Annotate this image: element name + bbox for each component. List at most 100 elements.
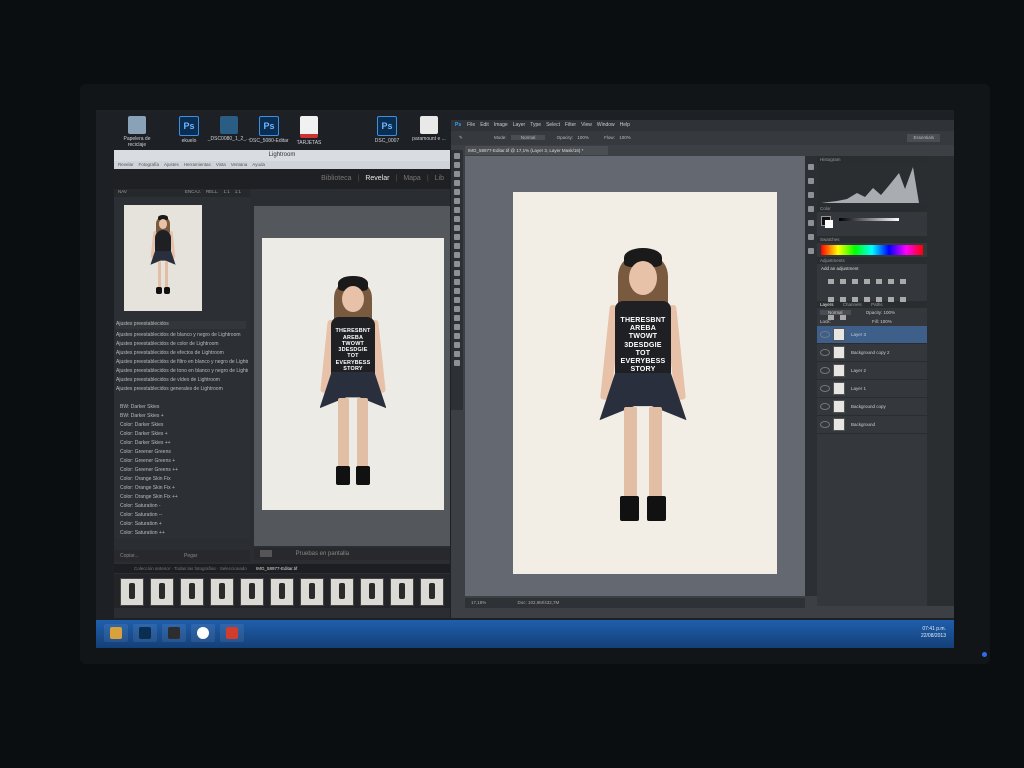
filmstrip-thumbnail[interactable]: [120, 578, 144, 606]
preset-folder[interactable]: Ajustes preestablecidos generales de Lig…: [116, 385, 248, 394]
background-swatch[interactable]: [825, 220, 833, 228]
user-preset[interactable]: Color: Greener Greens ++: [120, 466, 248, 475]
tool-icon[interactable]: [454, 297, 460, 303]
brush-icon[interactable]: ✎: [459, 135, 463, 140]
layer-row[interactable]: Background copy: [817, 398, 927, 416]
ps-menu-edit[interactable]: Edit: [480, 122, 489, 128]
tool-icon[interactable]: [454, 198, 460, 204]
flow-value[interactable]: 100%: [619, 135, 631, 140]
visibility-eye-icon[interactable]: [820, 421, 830, 428]
user-preset[interactable]: Color: Darker Skies ++: [120, 439, 248, 448]
panel-toggle-icon[interactable]: [808, 234, 814, 240]
tab-paths[interactable]: Paths: [871, 302, 883, 307]
desktop-icon[interactable]: Ps DSC_0007: [364, 116, 410, 144]
filmstrip-thumbnail[interactable]: [240, 578, 264, 606]
adjustment-icon[interactable]: [900, 297, 906, 302]
taskbar-app-chrome[interactable]: [191, 624, 215, 642]
user-preset[interactable]: Color: Saturation -: [120, 502, 248, 511]
ps-menu-layer[interactable]: Layer: [513, 122, 526, 128]
tool-icon[interactable]: [454, 351, 460, 357]
tool-icon[interactable]: [454, 261, 460, 267]
copy-button[interactable]: Copiar...: [120, 553, 139, 559]
user-preset[interactable]: Color: Darker Skies: [120, 421, 248, 430]
adjustments-header[interactable]: Adjustments: [817, 257, 927, 264]
visibility-eye-icon[interactable]: [820, 331, 830, 338]
preset-folder[interactable]: Ajustes preestablecidos de tono en blanc…: [116, 367, 248, 376]
tool-icon[interactable]: [454, 315, 460, 321]
module-biblioteca[interactable]: Biblioteca: [321, 175, 351, 182]
preset-folder[interactable]: Ajustes preestablecidos de filtro en bla…: [116, 358, 248, 367]
presets-header[interactable]: Ajustes preestablecidos: [116, 321, 246, 329]
color-header[interactable]: Color: [817, 205, 927, 212]
taskbar-app-ps[interactable]: [133, 624, 157, 642]
ps-menu-view[interactable]: View: [581, 122, 592, 128]
panel-toggle-icon[interactable]: [808, 178, 814, 184]
tool-icon[interactable]: [454, 216, 460, 222]
taskbar-app-explorer[interactable]: [104, 624, 128, 642]
user-preset[interactable]: Color: Greener Greens: [120, 448, 248, 457]
tab-layers[interactable]: Layers: [820, 302, 834, 307]
filmstrip-thumbnail[interactable]: [420, 578, 444, 606]
layer-row[interactable]: Layer 1: [817, 380, 927, 398]
adjustment-icon[interactable]: [852, 279, 858, 284]
navigator-zoom-option[interactable]: NAV: [118, 189, 127, 194]
adjustment-icon[interactable]: [876, 279, 882, 284]
user-preset[interactable]: BW: Darker Skies: [120, 403, 248, 412]
filmstrip-thumbnail[interactable]: [330, 578, 354, 606]
filmstrip-file[interactable]: IMG_58977-Editar.tif: [256, 566, 297, 571]
tool-icon[interactable]: [454, 306, 460, 312]
visibility-eye-icon[interactable]: [820, 367, 830, 374]
taskbar-app-app[interactable]: [220, 624, 244, 642]
adjustment-icon[interactable]: [888, 297, 894, 302]
visibility-eye-icon[interactable]: [820, 385, 830, 392]
paste-button[interactable]: Pegar: [184, 553, 197, 559]
document-image[interactable]: THERESBNT AREBA TWOWT 3DESDGIE TOT EVERYBESS S…: [513, 192, 777, 574]
ps-menu-image[interactable]: Image: [494, 122, 508, 128]
zoom-readout[interactable]: 17,18%: [471, 600, 486, 605]
user-preset[interactable]: Color: Darker Skies +: [120, 430, 248, 439]
filmstrip-thumbnail[interactable]: [150, 578, 174, 606]
preset-folder[interactable]: Ajustes preestablecidos de blanco y negr…: [116, 331, 248, 340]
panel-toggle-icon[interactable]: [808, 206, 814, 212]
lr-menu-item[interactable]: Ayuda: [252, 162, 265, 167]
visibility-eye-icon[interactable]: [820, 403, 830, 410]
tool-icon[interactable]: [454, 153, 460, 159]
user-preset[interactable]: Color: Saturation --: [120, 511, 248, 520]
tool-icon[interactable]: [454, 225, 460, 231]
user-preset[interactable]: Color: Saturation +: [120, 520, 248, 529]
preset-folder[interactable]: Ajustes preestablecidos de color de Ligh…: [116, 340, 248, 349]
adjustment-icon[interactable]: [900, 279, 906, 284]
ps-menu-select[interactable]: Select: [546, 122, 560, 128]
filmstrip-thumbnail[interactable]: [360, 578, 384, 606]
tool-icon[interactable]: [454, 288, 460, 294]
module-lib[interactable]: Lib: [435, 175, 444, 182]
desktop-icon[interactable]: paramount e ...: [406, 116, 452, 142]
visibility-eye-icon[interactable]: [820, 349, 830, 356]
opacity-value[interactable]: 100%: [577, 135, 589, 140]
adjustment-icon[interactable]: [888, 279, 894, 284]
user-preset[interactable]: Color: Saturation ++: [120, 529, 248, 538]
user-preset[interactable]: Color: Greener Greens +: [120, 457, 248, 466]
tool-icon[interactable]: [454, 180, 460, 186]
module-mapa[interactable]: Mapa: [403, 175, 421, 182]
tab-channels[interactable]: Channels: [843, 302, 862, 307]
adjustment-icon[interactable]: [828, 279, 834, 284]
tool-icon[interactable]: [454, 243, 460, 249]
tool-icon[interactable]: [454, 342, 460, 348]
panel-toggle-icon[interactable]: [808, 164, 814, 170]
tool-icon[interactable]: [454, 360, 460, 366]
adjustment-icon[interactable]: [840, 279, 846, 284]
swatch-ramp[interactable]: [821, 245, 923, 255]
tool-icon[interactable]: [454, 207, 460, 213]
ps-menu-help[interactable]: Help: [620, 122, 630, 128]
user-preset[interactable]: BW: Darker Skies +: [120, 412, 248, 421]
canvas-area[interactable]: THERESBNT AREBA TWOWT 3DESDGIE TOT EVERYBESS S…: [465, 156, 805, 596]
clock-time[interactable]: 07:41 p.m.: [921, 626, 946, 633]
tool-icon[interactable]: [454, 189, 460, 195]
filmstrip-thumbnail[interactable]: [300, 578, 324, 606]
tool-icon[interactable]: [454, 333, 460, 339]
ps-menu-type[interactable]: Type: [530, 122, 541, 128]
layer-row[interactable]: Background copy 2: [817, 344, 927, 362]
navigator-zoom-option[interactable]: 1:1: [223, 189, 229, 194]
user-preset[interactable]: Color: Orange Skin Fix +: [120, 484, 248, 493]
